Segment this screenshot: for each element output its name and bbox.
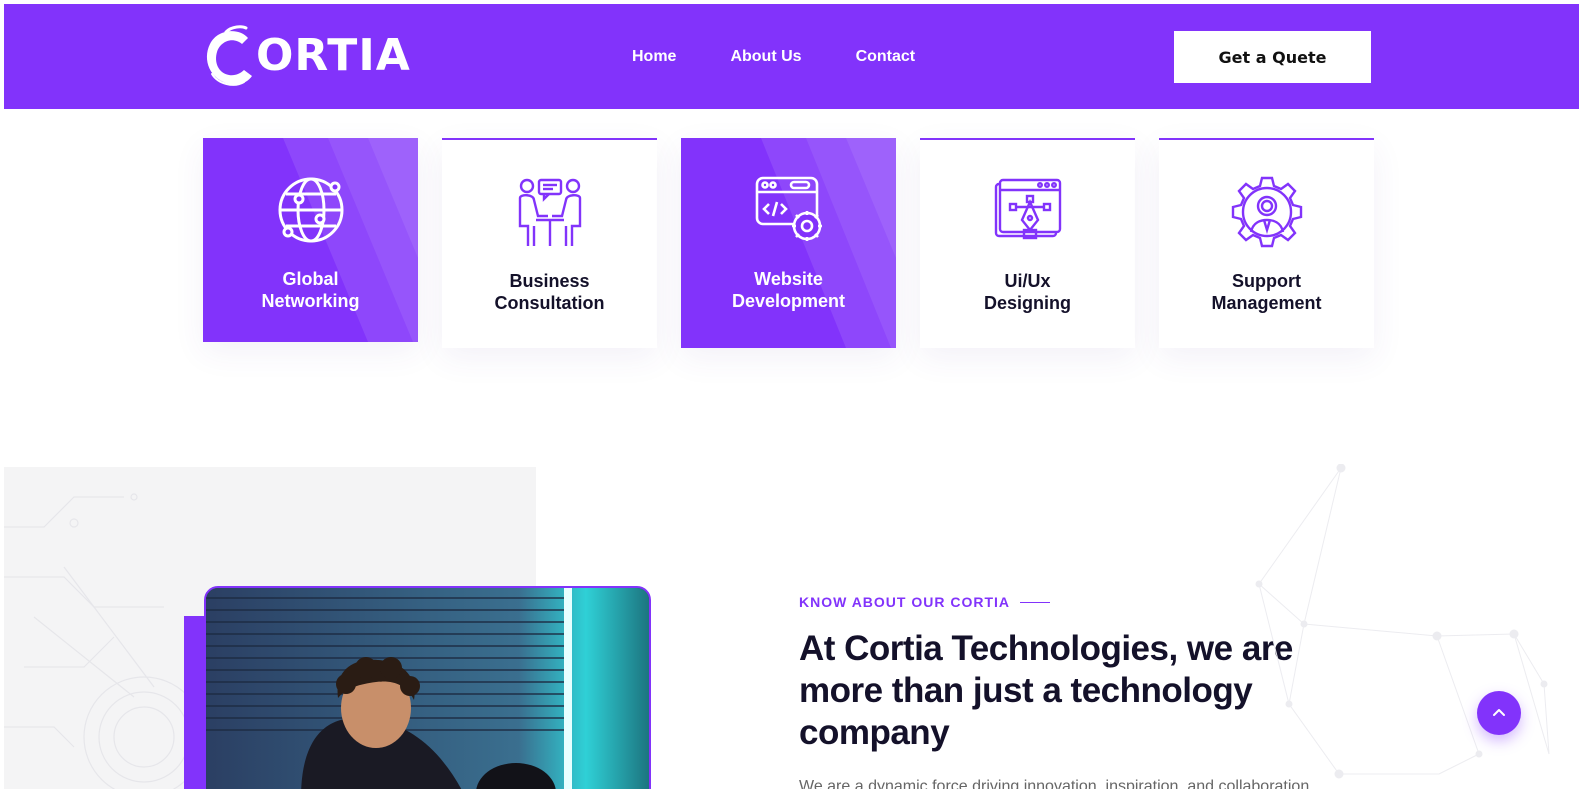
about-body-text: We are a dynamic force driving innovatio… [799,778,1310,789]
team-photo-illustration [206,588,649,789]
network-decoration [1255,464,1550,779]
web-code-gear-icon [755,176,822,241]
about-eyebrow: KNOW ABOUT OUR CORTIA [799,594,1051,610]
logo-wordmark: ORTIA [256,30,411,81]
nav-contact[interactable]: Contact [856,48,916,66]
pen-tool-design-icon [994,178,1061,240]
main-nav: Home About Us Contact [632,4,969,109]
about-title: At Cortia Technologies, we are more than… [799,629,1293,752]
service-card-website-development[interactable]: Website Development [681,138,896,348]
chevron-up-icon [1493,709,1505,716]
page: ORTIA Home About Us Contact Get a Quete [4,4,1579,789]
service-card-business-consultation[interactable]: Business Consultation [442,138,657,348]
support-gear-person-icon [1231,176,1302,248]
service-card-support-management[interactable]: Support Management [1159,138,1374,348]
site-logo[interactable]: ORTIA [202,24,411,88]
consultation-icon [518,178,581,246]
nav-home[interactable]: Home [632,48,676,66]
service-label: Ui/Ux Designing [983,271,1071,313]
service-card-uiux-designing[interactable]: Ui/Ux Designing [920,138,1135,348]
service-cards: Global Networking Business Consultation [203,138,1374,348]
scroll-to-top-button[interactable] [1477,691,1521,735]
globe-network-icon [278,177,343,243]
service-label: Global Networking [261,269,360,311]
eyebrow-line [1020,601,1051,603]
nav-about-us[interactable]: About Us [730,48,801,66]
logo-c-mark [206,25,252,86]
service-label: Website Development [731,269,846,311]
service-label: Business Consultation [494,271,605,313]
service-label: Support Management [1211,271,1322,313]
about-eyebrow-text: KNOW ABOUT OUR CORTIA [799,594,1011,610]
team-photo [204,586,651,789]
get-quote-button[interactable]: Get a Quete [1174,31,1371,83]
site-header: ORTIA Home About Us Contact Get a Quete [4,4,1579,109]
service-card-global-networking[interactable]: Global Networking [203,138,418,342]
